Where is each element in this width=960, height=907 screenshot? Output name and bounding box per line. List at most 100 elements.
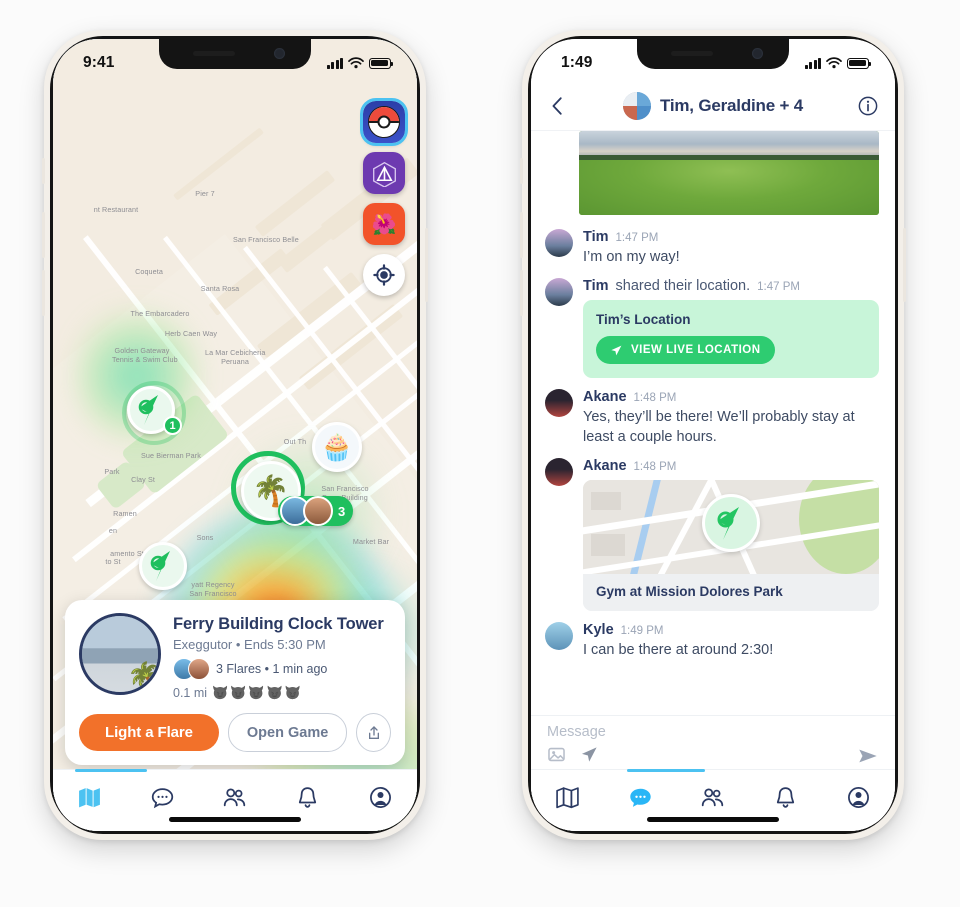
- sender-name: Akane: [583, 389, 627, 405]
- sidebar-item-notifications[interactable]: [763, 780, 809, 814]
- mute-switch[interactable]: [520, 158, 523, 184]
- map-pin-gym-1[interactable]: 1: [122, 381, 186, 445]
- live-location-card[interactable]: Tim’s Location VIEW LIVE LOCATION: [583, 300, 879, 378]
- people-icon: [702, 787, 724, 806]
- message-text: I’m on my way!: [583, 249, 680, 265]
- message-item: Akane 1:48 PM Yes, they’ll be there! We’…: [531, 389, 895, 447]
- avatar[interactable]: [545, 229, 573, 257]
- chat-header: Tim, Geraldine + 4: [531, 81, 895, 131]
- phone-right: Tim, Geraldine + 4 Tim 1:47 PM I’m on my…: [520, 30, 906, 840]
- message-item: Akane 1:48 PM Gym at Mission Dolores Par…: [531, 458, 895, 611]
- volume-down-button[interactable]: [520, 270, 523, 316]
- map-pin-gym-2[interactable]: [139, 542, 187, 590]
- map-label: Coqueta: [135, 267, 163, 276]
- place-title: Ferry Building Clock Tower: [173, 615, 384, 633]
- home-indicator: [169, 817, 301, 822]
- open-game-button[interactable]: Open Game: [227, 713, 348, 752]
- sender-name: Tim: [583, 278, 609, 294]
- share-button[interactable]: [356, 713, 391, 752]
- pikmin-icon: 🌺: [371, 213, 397, 236]
- map-label: San Francisco: [189, 589, 237, 598]
- map-block: [591, 492, 621, 510]
- sidebar-item-map[interactable]: [66, 780, 112, 814]
- map-label: Tennis & Swim Club: [112, 355, 178, 364]
- sidebar-item-friends[interactable]: [212, 780, 258, 814]
- message-body: Tim 1:47 PM I’m on my way!: [583, 229, 879, 267]
- gym-arrow-icon: [150, 551, 170, 581]
- map-label: Clay St: [131, 475, 155, 484]
- place-info-card[interactable]: 🌴 Ferry Building Clock Tower Exeggutor •…: [65, 600, 405, 765]
- volume-down-button[interactable]: [42, 270, 45, 316]
- profile-icon: [370, 786, 392, 808]
- rating-flare-icon: 😈: [230, 685, 247, 700]
- chat-bubble-icon: [151, 787, 173, 808]
- rating-flare-icon: 😈: [212, 685, 229, 700]
- send-button[interactable]: [857, 745, 879, 772]
- map-label: to St: [105, 557, 121, 566]
- view-live-location-button[interactable]: VIEW LIVE LOCATION: [596, 336, 775, 364]
- power-button[interactable]: [425, 228, 428, 302]
- avatar[interactable]: [545, 278, 573, 306]
- light-a-flare-button[interactable]: Light a Flare: [79, 714, 219, 751]
- message-time: 1:48 PM: [633, 461, 677, 473]
- map-label: Santa Rosa: [200, 284, 240, 293]
- chat-title-group[interactable]: Tim, Geraldine + 4: [578, 91, 848, 120]
- message-composer[interactable]: Message: [531, 715, 895, 769]
- message-text: Yes, they’ll be there! We’ll probably st…: [583, 409, 855, 445]
- map-label: Market Bar: [352, 537, 390, 546]
- sidebar-item-profile[interactable]: [836, 780, 882, 814]
- sidebar-item-chat[interactable]: [139, 780, 185, 814]
- people-icon: [224, 787, 246, 806]
- active-tab-indicator: [75, 769, 147, 772]
- earpiece-speaker: [671, 51, 713, 56]
- photo-message[interactable]: [579, 131, 879, 215]
- map-label: Herb Caen Way: [164, 329, 218, 338]
- avatar: [188, 658, 210, 680]
- place-pokemon-icon: 🌴: [126, 662, 161, 695]
- rating-flare-icon: 😈: [284, 685, 301, 700]
- screenshot-root: Pier 7 San Francisco Belle Santa Rosa Coque…: [0, 0, 960, 907]
- chat-title: Tim, Geraldine + 4: [659, 95, 803, 115]
- sidebar-item-map[interactable]: [544, 780, 590, 814]
- info-circle-icon: [858, 96, 878, 115]
- avatar[interactable]: [545, 458, 573, 486]
- photo-lawn: [579, 159, 879, 215]
- group-avatar: [622, 91, 651, 120]
- paper-plane-icon[interactable]: [580, 745, 599, 764]
- image-icon[interactable]: [547, 745, 566, 764]
- avatar[interactable]: [545, 389, 573, 417]
- ingress-app-chip[interactable]: [363, 152, 405, 194]
- map-pin-pokestop[interactable]: 🧁: [312, 422, 362, 472]
- friends-count: 3: [338, 503, 346, 519]
- message-body: Akane 1:48 PM Gym at Mission Dolores Par…: [583, 458, 879, 611]
- gym-location-card[interactable]: Gym at Mission Dolores Park: [583, 480, 879, 611]
- map-label: The Embarcadero: [130, 309, 190, 318]
- distance-label: 0.1 mi: [173, 686, 208, 700]
- map-label: nt Restaurant: [93, 205, 139, 214]
- sidebar-item-chat[interactable]: [617, 780, 663, 814]
- sidebar-item-profile[interactable]: [358, 780, 404, 814]
- message-item: Tim shared their location. 1:47 PM Tim’s…: [531, 278, 895, 378]
- sender-name: Kyle: [583, 622, 614, 638]
- map-label: en: [108, 526, 118, 535]
- message-list[interactable]: Tim 1:47 PM I’m on my way! Tim shared th…: [531, 131, 895, 715]
- front-camera: [274, 48, 285, 59]
- volume-up-button[interactable]: [520, 212, 523, 258]
- sidebar-item-notifications[interactable]: [285, 780, 331, 814]
- message-input[interactable]: Message: [547, 722, 879, 742]
- info-button[interactable]: [857, 95, 879, 117]
- message-meta: Akane 1:48 PM: [583, 389, 879, 405]
- avatar[interactable]: [545, 622, 573, 650]
- back-button[interactable]: [547, 95, 569, 117]
- volume-up-button[interactable]: [42, 212, 45, 258]
- phone-notch: [159, 39, 311, 69]
- pokemon-go-app-chip[interactable]: [360, 98, 408, 146]
- sidebar-item-friends[interactable]: [690, 780, 736, 814]
- map-label: Peruana: [221, 357, 249, 366]
- map-pin-friends[interactable]: 3: [278, 496, 354, 526]
- map-label: La Mar Cebicheria: [205, 348, 266, 357]
- mute-switch[interactable]: [42, 158, 45, 184]
- recenter-location-button[interactable]: [363, 254, 405, 296]
- power-button[interactable]: [903, 228, 906, 302]
- pikmin-bloom-app-chip[interactable]: 🌺: [363, 203, 405, 245]
